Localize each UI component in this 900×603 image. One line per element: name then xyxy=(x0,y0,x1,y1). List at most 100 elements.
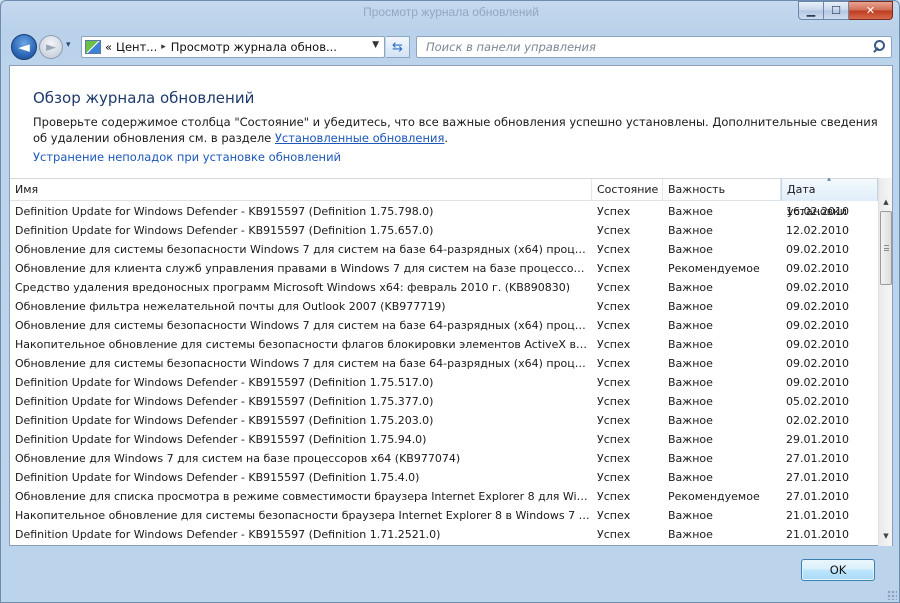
table-row[interactable]: Обновление для Windows 7 для систем на б… xyxy=(10,450,878,469)
cell-name: Обновление для клиента служб управления … xyxy=(15,262,590,275)
table-row[interactable]: Definition Update for Windows Defender -… xyxy=(10,393,878,412)
cell-name: Definition Update for Windows Defender -… xyxy=(15,433,427,446)
table-row[interactable]: Обновление фильтра нежелательной почты д… xyxy=(10,298,878,317)
navigation-bar: ◄ ► ▾ « Цент... ▸ Просмотр журнала обнов… xyxy=(1,31,900,63)
cell-name: Обновление для Windows 7 для систем на б… xyxy=(15,452,461,465)
cell-install-date: 09.02.2010 xyxy=(786,300,849,313)
cell-name: Накопительное обновление для системы без… xyxy=(15,338,590,351)
window-title: Просмотр журнала обновлений xyxy=(363,5,539,19)
cell-name: Definition Update for Windows Defender -… xyxy=(15,528,441,541)
scroll-up-icon[interactable]: ▲ xyxy=(879,194,892,210)
cell-status: Успех xyxy=(597,319,631,332)
column-header-status[interactable]: Состояние xyxy=(592,179,663,201)
table-row[interactable]: Definition Update for Windows Defender -… xyxy=(10,374,878,393)
cell-status: Успех xyxy=(597,433,631,446)
search-icon[interactable] xyxy=(870,39,886,55)
scroll-down-icon[interactable]: ▼ xyxy=(879,528,892,544)
cell-importance: Рекомендуемое xyxy=(668,490,760,503)
address-overflow-chevron[interactable]: « xyxy=(105,40,112,54)
cell-install-date: 09.02.2010 xyxy=(786,319,849,332)
cell-name: Обновление для системы безопасности Wind… xyxy=(15,357,590,370)
minimize-button[interactable]: ▁ xyxy=(798,1,824,20)
cell-importance: Важное xyxy=(668,205,713,218)
table-row[interactable]: Обновление для системы безопасности Wind… xyxy=(10,241,878,260)
close-button[interactable]: ✕ xyxy=(849,1,893,20)
cell-status: Успех xyxy=(597,243,631,256)
cell-install-date: 02.02.2010 xyxy=(786,414,849,427)
search-input[interactable]: Поиск в панели управления xyxy=(417,40,870,54)
cell-importance: Важное xyxy=(668,528,713,541)
breadcrumb-view-history[interactable]: Просмотр журнала обнов... xyxy=(171,40,337,54)
recent-pages-dropdown[interactable]: ▾ xyxy=(66,40,71,50)
cell-install-date: 09.02.2010 xyxy=(786,376,849,389)
address-dropdown-icon[interactable]: ▼ xyxy=(372,40,379,50)
cell-status: Успех xyxy=(597,281,631,294)
forward-button[interactable]: ► xyxy=(39,35,63,59)
table-row[interactable]: Definition Update for Windows Defender -… xyxy=(10,203,878,222)
table-row[interactable]: Definition Update for Windows Defender -… xyxy=(10,412,878,431)
cell-install-date: 09.02.2010 xyxy=(786,281,849,294)
table-row[interactable]: Средство удаления вредоносных программ M… xyxy=(10,279,878,298)
cell-install-date: 27.01.2010 xyxy=(786,452,849,465)
cell-importance: Важное xyxy=(668,224,713,237)
ok-button[interactable]: OK xyxy=(801,559,875,581)
cell-importance: Важное xyxy=(668,376,713,389)
cell-status: Успех xyxy=(597,509,631,522)
table-row[interactable]: Обновление для списка просмотра в режиме… xyxy=(10,488,878,507)
maximize-button[interactable]: ☐ xyxy=(824,1,849,20)
title-bar[interactable]: Просмотр журнала обновлений ▁ ☐ ✕ xyxy=(1,1,900,29)
cell-status: Успех xyxy=(597,205,631,218)
cell-status: Успех xyxy=(597,471,631,484)
troubleshoot-link[interactable]: Устранение неполадок при установке обнов… xyxy=(33,150,341,164)
vertical-scrollbar[interactable]: ▲ ▼ xyxy=(878,178,892,546)
cell-install-date: 09.02.2010 xyxy=(786,262,849,275)
table-row[interactable]: Накопительное обновление для системы без… xyxy=(10,336,878,355)
cell-name: Накопительное обновление для системы без… xyxy=(15,509,590,522)
cell-name: Definition Update for Windows Defender -… xyxy=(15,376,434,389)
cell-status: Успех xyxy=(597,376,631,389)
table-row[interactable]: Definition Update for Windows Defender -… xyxy=(10,526,878,545)
cell-status: Успех xyxy=(597,528,631,541)
refresh-button[interactable]: ⇆ xyxy=(386,36,410,58)
back-button[interactable]: ◄ xyxy=(11,34,37,60)
table-header: Имя Состояние Важность ▴ Дата установки xyxy=(10,178,878,218)
control-panel-icon xyxy=(85,40,101,54)
cell-install-date: 09.02.2010 xyxy=(786,338,849,351)
cell-status: Успех xyxy=(597,452,631,465)
table-row[interactable]: Обновление для системы безопасности Wind… xyxy=(10,355,878,374)
cell-name: Definition Update for Windows Defender -… xyxy=(15,414,434,427)
description-period: . xyxy=(444,131,449,145)
description-text: Проверьте содержимое столбца "Состояние"… xyxy=(33,115,878,145)
breadcrumb-control-panel[interactable]: Цент... xyxy=(116,40,157,54)
table-row[interactable]: Definition Update for Windows Defender -… xyxy=(10,469,878,488)
cell-name: Definition Update for Windows Defender -… xyxy=(15,471,420,484)
cell-status: Успех xyxy=(597,357,631,370)
cell-status: Успех xyxy=(597,414,631,427)
table-row[interactable]: Definition Update for Windows Defender -… xyxy=(10,222,878,241)
cell-status: Успех xyxy=(597,262,631,275)
cell-install-date: 09.02.2010 xyxy=(786,357,849,370)
search-box[interactable]: Поиск в панели управления xyxy=(416,36,892,58)
column-header-install-date[interactable]: ▴ Дата установки xyxy=(781,178,878,218)
table-row[interactable]: Definition Update for Windows Defender -… xyxy=(10,431,878,450)
address-bar[interactable]: « Цент... ▸ Просмотр журнала обнов... ▼ xyxy=(81,36,385,58)
resize-grip-icon[interactable] xyxy=(887,590,897,600)
table-body: Definition Update for Windows Defender -… xyxy=(10,203,878,545)
cell-importance: Важное xyxy=(668,338,713,351)
table-row[interactable]: Накопительное обновление для системы без… xyxy=(10,507,878,526)
column-header-name[interactable]: Имя xyxy=(10,179,592,201)
cell-status: Успех xyxy=(597,395,631,408)
breadcrumb-separator-icon[interactable]: ▸ xyxy=(161,42,166,52)
installed-updates-link[interactable]: Установленные обновления xyxy=(275,131,444,145)
column-header-importance[interactable]: Важность xyxy=(663,179,781,201)
cell-importance: Важное xyxy=(668,243,713,256)
cell-importance: Важное xyxy=(668,357,713,370)
cell-install-date: 09.02.2010 xyxy=(786,243,849,256)
table-row[interactable]: Обновление для системы безопасности Wind… xyxy=(10,317,878,336)
table-row[interactable]: Обновление для клиента служб управления … xyxy=(10,260,878,279)
cell-status: Успех xyxy=(597,490,631,503)
scrollbar-thumb[interactable] xyxy=(880,211,892,285)
cell-importance: Важное xyxy=(668,471,713,484)
cell-name: Definition Update for Windows Defender -… xyxy=(15,395,434,408)
window: Просмотр журнала обновлений ▁ ☐ ✕ ◄ ► ▾ … xyxy=(0,0,900,603)
